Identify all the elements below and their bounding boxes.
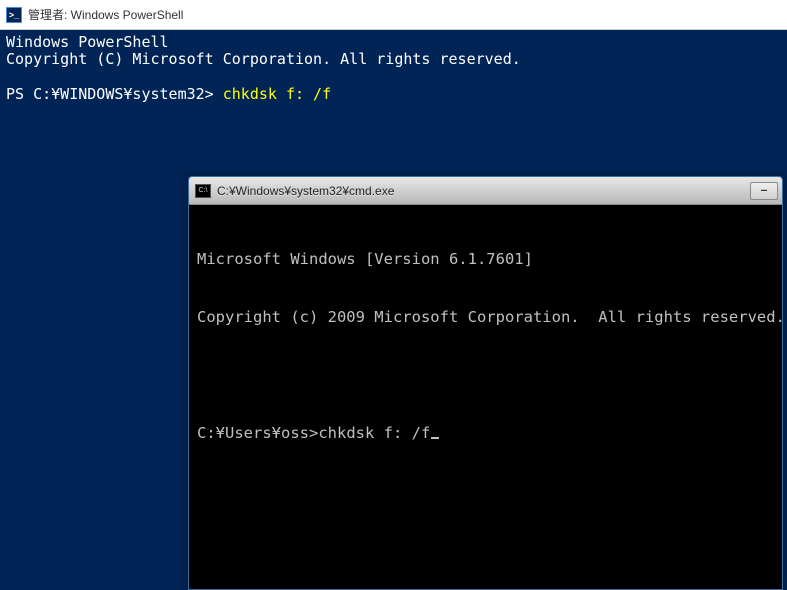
powershell-titlebar[interactable]: >_ 管理者: Windows PowerShell xyxy=(0,0,787,30)
powershell-prompt-line: PS C:¥WINDOWS¥system32> chkdsk f: /f xyxy=(6,86,781,103)
cmd-titlebar[interactable]: C:\ C:¥Windows¥system32¥cmd.exe — xyxy=(189,177,782,205)
powershell-header-line1: Windows PowerShell xyxy=(6,34,781,51)
powershell-content[interactable]: Windows PowerShell Copyright (C) Microso… xyxy=(0,30,787,107)
powershell-icon: >_ xyxy=(6,7,22,23)
cmd-header-line1: Microsoft Windows [Version 6.1.7601] xyxy=(197,250,774,269)
minimize-button[interactable]: — xyxy=(750,182,778,200)
cmd-window-buttons: — xyxy=(750,182,778,200)
cursor xyxy=(431,437,439,439)
cmd-icon: C:\ xyxy=(195,184,211,198)
cmd-prompt-line: C:¥Users¥oss>chkdsk f: /f xyxy=(197,424,774,443)
powershell-title: 管理者: Windows PowerShell xyxy=(28,6,183,23)
cmd-prompt: C:¥Users¥oss> xyxy=(197,424,318,442)
powershell-command: chkdsk f: /f xyxy=(223,85,331,103)
cmd-title: C:¥Windows¥system32¥cmd.exe xyxy=(217,184,744,198)
powershell-prompt: PS C:¥WINDOWS¥system32> xyxy=(6,85,223,103)
cmd-window[interactable]: C:\ C:¥Windows¥system32¥cmd.exe — Micros… xyxy=(188,176,783,590)
cmd-header-line2: Copyright (c) 2009 Microsoft Corporation… xyxy=(197,308,774,327)
powershell-header-line2: Copyright (C) Microsoft Corporation. All… xyxy=(6,51,781,68)
cmd-content[interactable]: Microsoft Windows [Version 6.1.7601] Cop… xyxy=(189,205,782,488)
cmd-command: chkdsk f: /f xyxy=(318,424,430,442)
